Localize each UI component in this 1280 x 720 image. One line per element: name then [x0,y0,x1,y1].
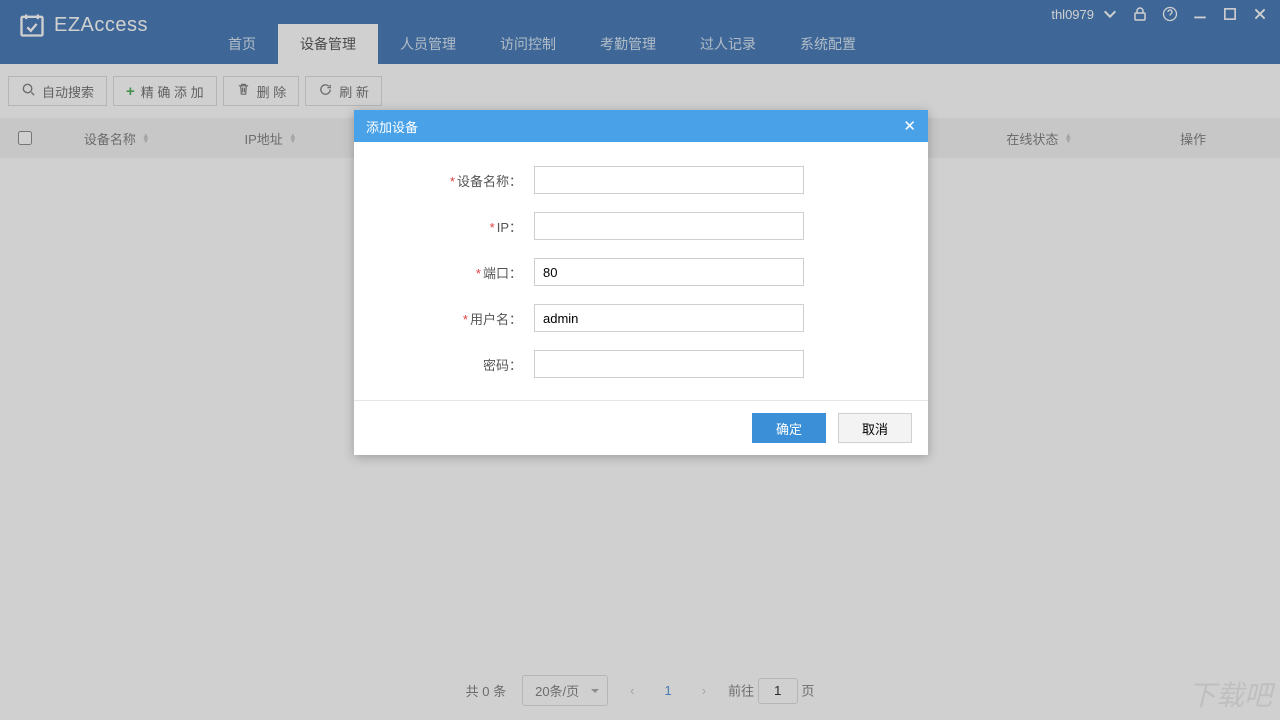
form-row-password: 密码： [394,350,888,378]
form-row-name: *设备名称： [394,166,888,194]
label-port: *端口： [394,263,534,282]
form-row-user: *用户名： [394,304,888,332]
dialog-title: 添加设备 [366,117,418,136]
label-user: *用户名： [394,309,534,328]
password-input[interactable] [534,350,804,378]
dialog-titlebar: 添加设备 ✕ [354,110,928,142]
label-name: *设备名称： [394,171,534,190]
dialog-close-icon[interactable]: ✕ [903,117,916,135]
device-name-input[interactable] [534,166,804,194]
dialog-body: *设备名称： *IP： *端口： *用户名： 密码： [354,142,928,400]
port-input[interactable] [534,258,804,286]
dialog-footer: 确定 取消 [354,400,928,455]
ok-button[interactable]: 确定 [752,413,826,443]
ip-input[interactable] [534,212,804,240]
cancel-button[interactable]: 取消 [838,413,912,443]
username-input[interactable] [534,304,804,332]
form-row-ip: *IP： [394,212,888,240]
form-row-port: *端口： [394,258,888,286]
add-device-dialog: 添加设备 ✕ *设备名称： *IP： *端口： *用户名： 密码： 确定 取消 [354,110,928,455]
label-ip: *IP： [394,217,534,236]
label-password: 密码： [394,355,534,374]
